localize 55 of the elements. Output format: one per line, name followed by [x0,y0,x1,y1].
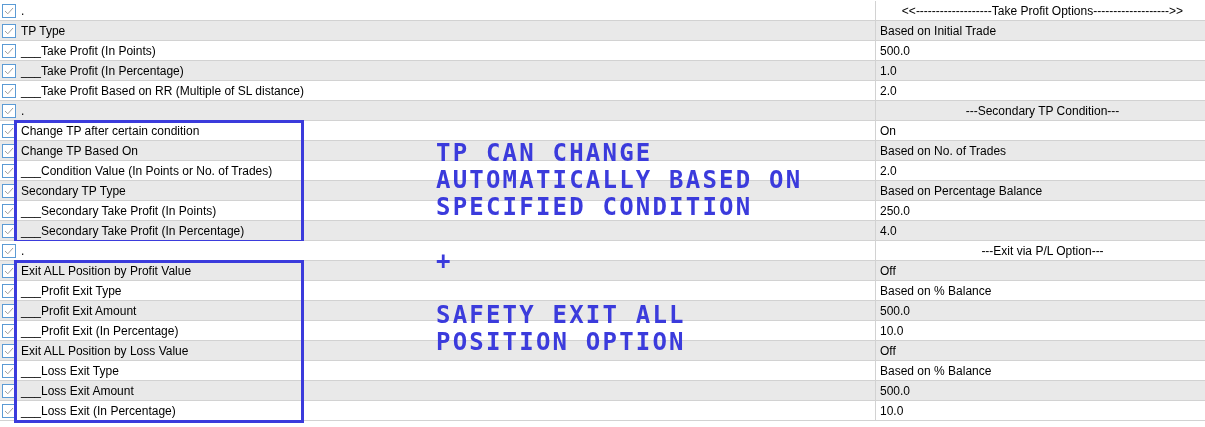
checkbox[interactable] [2,243,16,258]
parameter-value[interactable]: 500.0 [880,43,911,58]
parameter-name: Secondary TP Type [21,183,126,198]
parameter-value[interactable]: Based on Percentage Balance [880,183,1043,198]
parameter-name: ___Loss Exit Type [21,363,119,378]
parameter-name: Change TP after certain condition [21,123,200,138]
annotation-text: SAFETY EXIT ALL [436,302,687,329]
parameter-value[interactable]: On [880,123,896,138]
parameter-name: . [21,103,25,118]
parameter-value[interactable]: 4.0 [880,223,897,238]
parameter-name: ___Loss Exit (In Percentage) [21,403,176,418]
parameter-value[interactable]: 2.0 [880,83,897,98]
checkbox[interactable] [2,103,16,118]
parameter-value[interactable]: 500.0 [880,383,911,398]
parameter-name: ___Profit Exit (In Percentage) [21,323,179,338]
checkbox[interactable] [2,3,16,18]
parameter-name: ___Profit Exit Type [21,283,122,298]
parameter-value[interactable]: 10.0 [880,403,904,418]
section-heading: <<-------------------Take Profit Options------------------->> [901,3,1184,18]
parameter-name: Exit ALL Position by Profit Value [21,263,192,278]
parameter-name: ___Take Profit (In Points) [21,43,156,58]
checkbox[interactable] [2,23,16,38]
annotation-text: POSITION OPTION [436,329,687,356]
section-heading: ---Exit via P/L Option--- [981,243,1104,258]
parameter-value[interactable]: 250.0 [880,203,911,218]
parameter-name: . [21,243,25,258]
parameter-name: . [21,3,25,18]
checkbox[interactable] [2,43,16,58]
parameter-value[interactable]: 1.0 [880,63,897,78]
parameter-name: ___Condition Value (In Points or No. of Trades) [21,163,273,178]
parameter-name: ___Profit Exit Amount [21,303,137,318]
parameter-value[interactable]: 2.0 [880,163,897,178]
parameter-name: Exit ALL Position by Loss Value [21,343,189,358]
checkbox[interactable] [2,83,16,98]
parameter-value[interactable]: Based on Initial Trade [880,23,997,38]
annotation-text: TP CAN CHANGE [436,140,654,167]
parameter-name: ___Secondary Take Profit (In Points) [21,203,217,218]
checkbox[interactable] [2,63,16,78]
parameter-value[interactable]: Off [880,343,896,358]
parameter-name: TP Type [21,23,66,38]
parameter-value[interactable]: Based on No. of Trades [880,143,1007,158]
parameter-value[interactable]: Based on % Balance [880,363,992,378]
section-heading: ---Secondary TP Condition--- [965,103,1120,118]
parameter-name: ___Take Profit (In Percentage) [21,63,184,78]
parameter-name: Change TP Based On [21,143,138,158]
parameter-name: ___Secondary Take Profit (In Percentage) [21,223,245,238]
annotation-text: SPECIFIED CONDITION [436,194,754,221]
parameter-value[interactable]: 500.0 [880,303,911,318]
parameter-value[interactable]: Based on % Balance [880,283,992,298]
parameter-value[interactable]: Off [880,263,896,278]
parameter-value[interactable]: 10.0 [880,323,904,338]
annotation-text: + [436,248,454,275]
parameter-name: ___Take Profit Based on RR (Multiple of SL distance) [21,83,305,98]
parameter-name: ___Loss Exit Amount [21,383,134,398]
annotation-text: AUTOMATICALLY BASED ON [436,167,803,194]
